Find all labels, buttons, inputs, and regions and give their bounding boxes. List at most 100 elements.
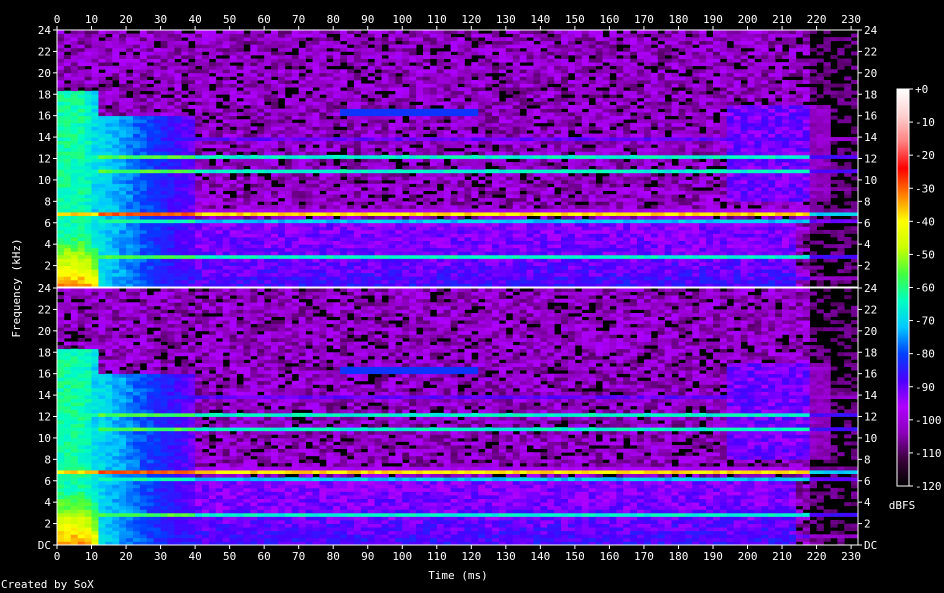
- spectro-cell: [540, 237, 548, 241]
- spectro-cell: [257, 265, 265, 270]
- spectro-cell: [146, 140, 155, 145]
- spectro-cell: [567, 62, 576, 67]
- spectro-cell: [312, 154, 320, 159]
- spectro-cell: [229, 215, 237, 220]
- spectro-cell: [264, 54, 272, 59]
- spectro-cell: [526, 101, 534, 106]
- spectro-cell: [188, 94, 196, 99]
- spectro-cell: [416, 176, 424, 181]
- spectro-cell: [132, 40, 141, 45]
- spectro-cell: [264, 262, 272, 266]
- spectro-cell: [243, 197, 251, 202]
- spectro-cell: [547, 176, 555, 181]
- spectro-cell: [229, 169, 237, 174]
- spectro-cell: [271, 262, 279, 266]
- spectro-cell: [264, 151, 272, 156]
- spectro-cell: [243, 126, 251, 131]
- spectro-cell: [271, 194, 279, 199]
- spectro-cell: [471, 165, 479, 170]
- spectro-cell: [119, 222, 127, 227]
- spectro-cell: [478, 115, 486, 120]
- spectro-cell: [132, 44, 141, 49]
- spectro-cell: [271, 58, 279, 63]
- spectro-cell: [298, 151, 306, 156]
- spectro-cell: [554, 90, 562, 95]
- spectro-cell: [84, 62, 92, 67]
- spectro-cell: [519, 104, 527, 109]
- spectro-cell: [478, 79, 486, 84]
- spectro-cell: [202, 140, 210, 145]
- spectro-cell: [443, 33, 451, 38]
- spectro-cell: [84, 122, 92, 127]
- spectro-cell: [63, 83, 72, 88]
- spectro-cell: [567, 212, 576, 217]
- spectro-cell: [98, 33, 106, 38]
- spectro-cell: [291, 58, 300, 63]
- spectro-cell: [429, 108, 438, 113]
- spectro-cell: [388, 172, 396, 177]
- spectro-cell: [105, 215, 113, 220]
- spectro-cell: [498, 62, 507, 67]
- spectro-cell: [436, 147, 445, 152]
- spectro-cell: [429, 154, 438, 159]
- spectro-cell: [561, 190, 569, 195]
- spectro-cell: [443, 262, 451, 266]
- spectro-cell: [533, 162, 541, 167]
- spectro-cell: [492, 158, 500, 163]
- spectro-cell: [105, 44, 113, 49]
- spectro-cell: [222, 40, 231, 45]
- spectro-cell: [340, 190, 348, 195]
- spectro-cell: [91, 101, 99, 106]
- spectro-cell: [284, 265, 293, 270]
- spectro-cell: [429, 244, 438, 249]
- spectro-cell: [181, 115, 189, 120]
- spectro-cell: [512, 58, 521, 63]
- spectro-cell: [195, 51, 203, 56]
- spectro-cell: [574, 187, 583, 192]
- spectro-cell: [291, 133, 300, 138]
- spectro-cell: [478, 97, 486, 102]
- spectro-cell: [353, 112, 362, 117]
- spectro-cell: [554, 97, 562, 102]
- spectro-cell: [167, 140, 175, 145]
- spectro-cell: [57, 94, 65, 99]
- spectro-cell: [63, 47, 72, 52]
- spectro-cell: [526, 194, 534, 199]
- spectro-cell: [305, 269, 313, 274]
- spectro-cell: [367, 119, 376, 124]
- spectro-cell: [126, 279, 134, 284]
- spectro-cell: [257, 258, 265, 263]
- spectro-cell: [70, 129, 79, 134]
- spectro-cell: [63, 262, 72, 266]
- spectro-cell: [126, 97, 134, 102]
- spectro-cell: [519, 240, 527, 245]
- spectro-cell: [174, 147, 182, 152]
- spectro-cell: [174, 90, 182, 95]
- spectro-cell: [554, 69, 562, 74]
- spectro-cell: [416, 140, 424, 145]
- spectro-cell: [360, 226, 369, 231]
- spectro-cell: [139, 137, 148, 142]
- spectro-cell: [574, 240, 583, 245]
- spectro-cell: [160, 101, 168, 106]
- spectro-cell: [160, 165, 168, 170]
- spectro-cell: [340, 122, 348, 127]
- spectro-cell: [284, 33, 293, 38]
- spectro-cell: [146, 233, 155, 238]
- spectro-cell: [264, 133, 272, 138]
- spectro-cell: [505, 176, 514, 181]
- spectro-cell: [402, 176, 410, 181]
- spectro-cell: [347, 226, 355, 231]
- spectro-cell: [464, 183, 472, 188]
- spectro-cell: [160, 108, 168, 113]
- spectro-cell: [77, 176, 86, 181]
- spectro-cell: [367, 151, 376, 156]
- spectro-cell: [381, 115, 389, 120]
- spectro-cell: [367, 215, 376, 220]
- spectro-cell: [84, 240, 92, 245]
- spectro-cell: [436, 165, 445, 170]
- spectro-cell: [229, 104, 237, 109]
- spectro-cell: [70, 47, 79, 52]
- spectro-cell: [291, 247, 300, 252]
- spectro-cell: [112, 272, 120, 277]
